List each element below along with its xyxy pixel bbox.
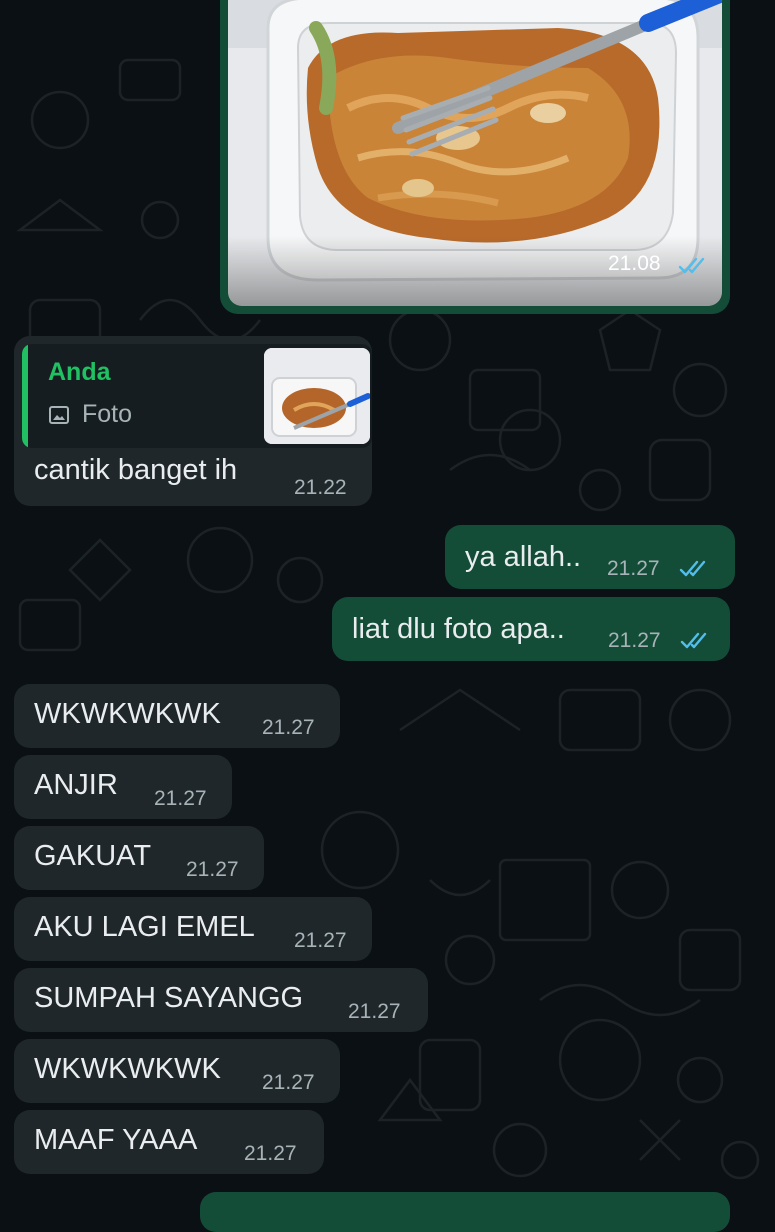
message-time: 21.27 xyxy=(348,1000,401,1023)
message-time: 21.27 xyxy=(608,629,661,652)
incoming-message[interactable]: SUMPAH SAYANGG 21.27 xyxy=(14,968,428,1032)
message-time: 21.27 xyxy=(294,929,347,952)
incoming-message[interactable]: GAKUAT 21.27 xyxy=(14,826,264,890)
double-check-icon xyxy=(678,257,705,274)
quoted-type: Foto xyxy=(82,400,133,428)
image-message[interactable]: 21.08 xyxy=(220,0,730,314)
quoted-message[interactable]: Anda Foto xyxy=(22,344,372,448)
quoted-photo-thumbnail xyxy=(264,348,370,444)
message-text: SUMPAH SAYANGG xyxy=(34,982,304,1014)
message-text: AKU LAGI EMEL xyxy=(34,911,255,943)
message-text: liat dlu foto apa.. xyxy=(352,613,565,645)
message-text: WKWKWKWK xyxy=(34,698,221,730)
message-time: 21.08 xyxy=(608,252,661,275)
message-time: 21.27 xyxy=(244,1142,297,1165)
message-time: 21.27 xyxy=(262,716,315,739)
message-text: MAAF YAAA xyxy=(34,1124,198,1156)
outgoing-message[interactable]: ya allah.. 21.27 xyxy=(445,525,735,589)
quote-accent-bar xyxy=(22,344,28,448)
reply-message[interactable]: Anda Foto cantik banget ih 21.22 xyxy=(14,336,372,506)
message-text: cantik banget ih xyxy=(34,454,238,486)
message-time: 21.22 xyxy=(294,476,347,499)
incoming-message[interactable]: AKU LAGI EMEL 21.27 xyxy=(14,897,372,961)
message-time: 21.27 xyxy=(154,787,207,810)
double-check-icon xyxy=(680,632,707,649)
quoted-author: Anda xyxy=(48,358,111,386)
incoming-message[interactable]: WKWKWKWK 21.27 xyxy=(14,1039,340,1103)
outgoing-message[interactable]: liat dlu foto apa.. 21.27 xyxy=(332,597,730,661)
incoming-message[interactable]: ANJIR 21.27 xyxy=(14,755,232,819)
message-text: WKWKWKWK xyxy=(34,1053,221,1085)
double-check-icon xyxy=(679,560,706,577)
outgoing-message-partial[interactable] xyxy=(200,1192,730,1232)
message-time: 21.27 xyxy=(262,1071,315,1094)
message-text: GAKUAT xyxy=(34,840,152,872)
incoming-message[interactable]: WKWKWKWK 21.27 xyxy=(14,684,340,748)
photo-icon xyxy=(49,406,69,424)
message-time: 21.27 xyxy=(607,557,660,580)
message-text: ANJIR xyxy=(34,769,118,801)
incoming-message[interactable]: MAAF YAAA 21.27 xyxy=(14,1110,324,1174)
message-text: ya allah.. xyxy=(465,541,582,573)
message-time: 21.27 xyxy=(186,858,239,881)
